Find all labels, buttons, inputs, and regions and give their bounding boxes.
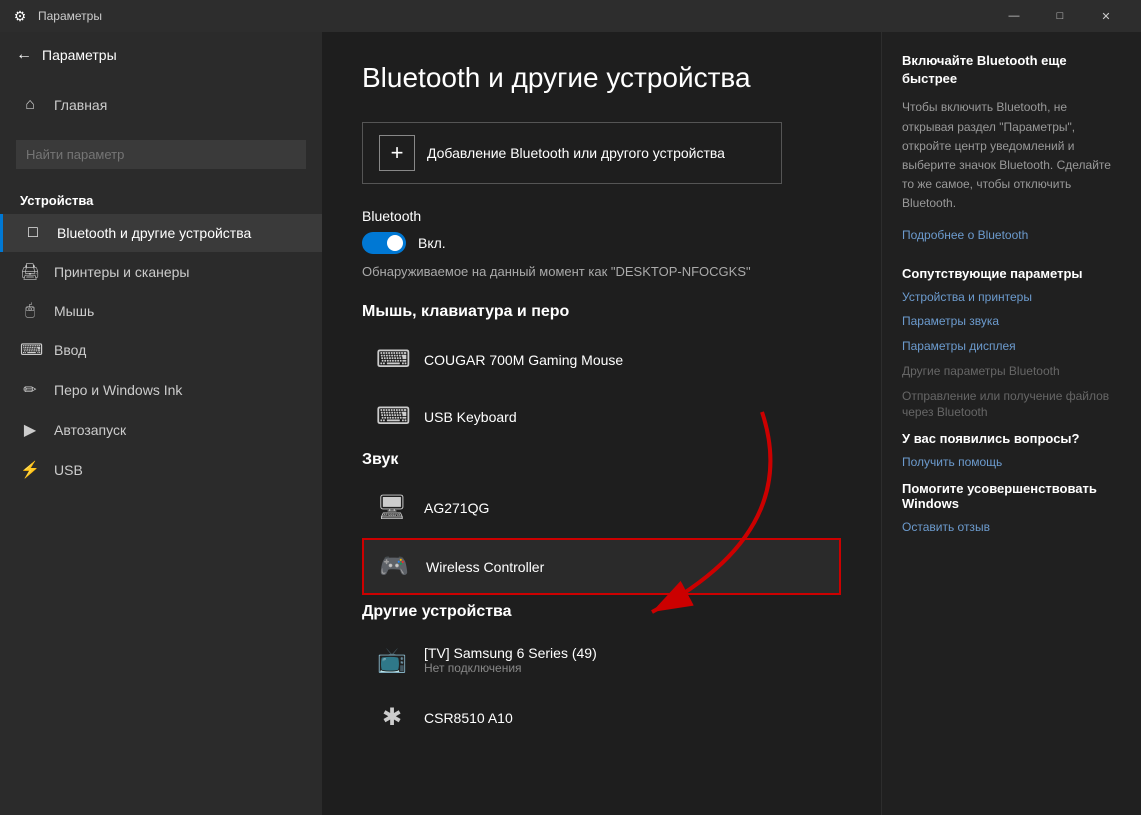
wireless-controller-name: Wireless Controller: [426, 559, 544, 575]
sidebar-item-mouse[interactable]: 🖱 Мышь: [0, 292, 322, 330]
add-device-button[interactable]: + Добавление Bluetooth или другого устро…: [362, 122, 782, 184]
other-devices-header: Другие устройства: [362, 603, 841, 621]
title-bar-left: ⚙ Параметры: [12, 8, 102, 24]
usb-keyboard-name: USB Keyboard: [424, 409, 517, 425]
bluetooth-label: Bluetooth: [362, 208, 841, 224]
samsung-device-info: [TV] Samsung 6 Series (49) Нет подключен…: [424, 645, 597, 675]
title-bar-controls: — □ ✕: [991, 0, 1129, 32]
toggle-knob: [387, 235, 403, 251]
page-title: Bluetooth и другие устройства: [362, 62, 841, 94]
wireless-controller-device[interactable]: 🎮 Wireless Controller: [362, 538, 841, 595]
help-link[interactable]: Получить помощь: [902, 454, 1121, 471]
sidebar-mouse-label: Мышь: [54, 303, 94, 319]
sidebar-usb-label: USB: [54, 462, 83, 478]
samsung-device-name: [TV] Samsung 6 Series (49): [424, 645, 597, 661]
help-title: У вас появились вопросы?: [902, 431, 1121, 446]
samsung-device-sub: Нет подключения: [424, 661, 597, 675]
sidebar-home-label: Главная: [54, 97, 107, 113]
add-icon: +: [379, 135, 415, 171]
content-wrapper: Bluetooth и другие устройства + Добавлен…: [322, 32, 1141, 815]
ag271qg-device[interactable]: 🖥 AG271QG: [362, 481, 841, 534]
sidebar-items-list: □ Bluetooth и другие устройства 🖨 Принте…: [0, 214, 322, 490]
sidebar-bluetooth-label: Bluetooth и другие устройства: [57, 225, 251, 241]
minimize-button[interactable]: —: [991, 0, 1037, 32]
monitor-device-icon: 🖥: [376, 493, 408, 522]
controller-device-icon: 🎮: [378, 552, 410, 581]
maximize-button[interactable]: □: [1037, 0, 1083, 32]
printer-icon: 🖨: [20, 262, 40, 282]
related-title: Сопутствующие параметры: [902, 266, 1121, 281]
close-button[interactable]: ✕: [1083, 0, 1129, 32]
sidebar-back-button[interactable]: ← Параметры: [0, 32, 322, 78]
csr8510-device[interactable]: ✱ CSR8510 A10: [362, 691, 841, 744]
improve-title: Помогите усовершенствовать Windows: [902, 481, 1121, 511]
search-input[interactable]: [16, 140, 306, 169]
app-body: ← Параметры ⌂ Главная Устройства □ Bluet…: [0, 32, 1141, 815]
title-bar: ⚙ Параметры — □ ✕: [0, 0, 1141, 32]
csr8510-name: CSR8510 A10: [424, 710, 513, 726]
related-item-display[interactable]: Параметры дисплея: [902, 338, 1121, 355]
other-devices-section: Другие устройства 📺 [TV] Samsung 6 Serie…: [362, 603, 841, 744]
home-icon: ⌂: [20, 96, 40, 114]
sidebar-autostart-label: Автозапуск: [54, 422, 126, 438]
content-area: Bluetooth и другие устройства + Добавлен…: [322, 32, 881, 815]
bluetooth-section: Bluetooth Вкл. Обнаруживаемое на данный …: [362, 208, 841, 279]
sidebar-item-home[interactable]: ⌂ Главная: [0, 86, 322, 124]
sidebar-item-bluetooth[interactable]: □ Bluetooth и другие устройства: [0, 214, 322, 252]
sidebar-main-nav: ⌂ Главная: [0, 78, 322, 132]
samsung-device-icon: 📺: [376, 646, 408, 675]
sidebar-input-label: Ввод: [54, 342, 86, 358]
back-arrow-icon: ←: [16, 46, 32, 64]
settings-icon: ⚙: [12, 8, 28, 24]
related-item-devices[interactable]: Устройства и принтеры: [902, 289, 1121, 306]
sidebar-item-usb[interactable]: ⚡ USB: [0, 450, 322, 490]
cougar-mouse-device[interactable]: ⌨ COUGAR 700M Gaming Mouse: [362, 333, 841, 386]
sidebar: ← Параметры ⌂ Главная Устройства □ Bluet…: [0, 32, 322, 815]
add-device-label: Добавление Bluetooth или другого устройс…: [427, 145, 725, 161]
usb-icon: ⚡: [20, 460, 40, 480]
sidebar-pen-label: Перо и Windows Ink: [54, 382, 182, 398]
related-item-bt-other: Другие параметры Bluetooth: [902, 363, 1121, 380]
keyboard-icon: ⌨: [20, 340, 40, 360]
mouse-icon: 🖱: [20, 302, 40, 320]
keyboard-device-icon: ⌨: [376, 402, 408, 431]
sidebar-printers-label: Принтеры и сканеры: [54, 264, 189, 280]
sound-header: Звук: [362, 451, 841, 469]
pen-icon: ✏: [20, 380, 40, 400]
sidebar-app-title: Параметры: [42, 47, 117, 63]
sidebar-item-input[interactable]: ⌨ Ввод: [0, 330, 322, 370]
related-item-sound[interactable]: Параметры звука: [902, 313, 1121, 330]
bluetooth-discover-text: Обнаруживаемое на данный момент как "DES…: [362, 264, 841, 279]
sidebar-item-pen[interactable]: ✏ Перо и Windows Ink: [0, 370, 322, 410]
right-panel: Включайте Bluetooth еще быстрее Чтобы вк…: [881, 32, 1141, 815]
autostart-icon: ▶: [20, 420, 40, 440]
improve-link[interactable]: Оставить отзыв: [902, 519, 1121, 536]
promo-link[interactable]: Подробнее о Bluetooth: [902, 228, 1121, 242]
sound-section: Звук 🖥 AG271QG 🎮 Wireless Controller: [362, 451, 841, 595]
bluetooth-toggle[interactable]: [362, 232, 406, 254]
usb-keyboard-device[interactable]: ⌨ USB Keyboard: [362, 390, 841, 443]
bluetooth-status: Вкл.: [418, 235, 446, 251]
mouse-keyboard-header: Мышь, клавиатура и перо: [362, 303, 841, 321]
csr-device-icon: ✱: [376, 703, 408, 732]
related-item-bt-files: Отправление или получение файлов через B…: [902, 388, 1121, 422]
sidebar-item-printers[interactable]: 🖨 Принтеры и сканеры: [0, 252, 322, 292]
title-bar-title: Параметры: [38, 9, 102, 23]
cougar-mouse-name: COUGAR 700M Gaming Mouse: [424, 352, 623, 368]
bluetooth-icon: □: [23, 224, 43, 242]
sidebar-search-container: [0, 132, 322, 181]
promo-text: Чтобы включить Bluetooth, не открывая ра…: [902, 98, 1121, 213]
sidebar-item-autostart[interactable]: ▶ Автозапуск: [0, 410, 322, 450]
promo-title: Включайте Bluetooth еще быстрее: [902, 52, 1121, 88]
sidebar-section-title: Устройства: [0, 181, 322, 214]
mouse-device-icon: ⌨: [376, 345, 408, 374]
bluetooth-toggle-row: Вкл.: [362, 232, 841, 254]
mouse-keyboard-section: Мышь, клавиатура и перо ⌨ COUGAR 700M Ga…: [362, 303, 841, 443]
ag271qg-name: AG271QG: [424, 500, 489, 516]
samsung-device[interactable]: 📺 [TV] Samsung 6 Series (49) Нет подключ…: [362, 633, 841, 687]
